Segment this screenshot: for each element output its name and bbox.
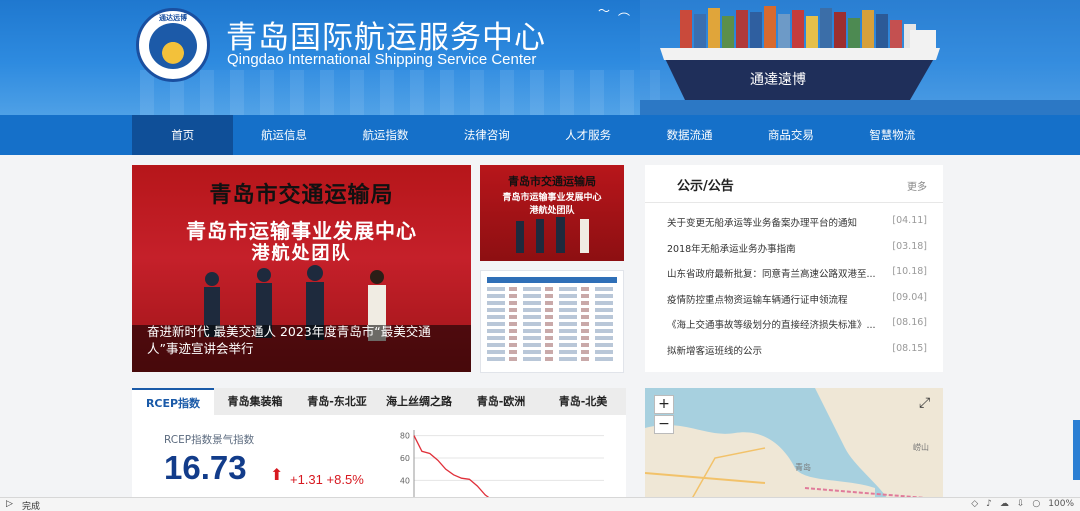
notice-item-title[interactable]: 疫情防控重点物资运输车辆通行证申领流程 [667,292,879,318]
thumbnail-table-row [487,287,617,291]
map-label: 青岛 [795,462,811,472]
notice-item-date: [09.04] [892,291,927,303]
nav-item-2[interactable]: 航运指数 [335,115,436,155]
site-title-english: Qingdao International Shipping Service C… [227,51,537,68]
browser-status-bar: ▷ 完成 ◇ ♪ ☁ ⇩ ○ 100% [0,497,1080,511]
globe-icon[interactable]: ○ [1032,499,1040,509]
notice-panel: 公示/公告 更多 关于变更无船承运等业务备案办理平台的通知 [04.11] 2018… [645,165,943,372]
nav-item-4[interactable]: 人才服务 [538,115,639,155]
seagull-icon: ⌒ [618,12,631,26]
notice-item-title[interactable]: 关于变更无船承运等业务备案办理平台的通知 [667,215,879,241]
nav-item-1[interactable]: 航运信息 [233,115,334,155]
index-tab-3[interactable]: 海上丝绸之路 [378,388,460,415]
notice-panel-header: 公示/公告 更多 [645,165,943,203]
seagull-icon: 〜 [598,4,611,18]
play-icon[interactable]: ▷ [6,499,13,509]
thumbnail-table-header [487,277,617,283]
carousel-caption[interactable]: 奋进新时代 最美交通人 2023年度青岛市“最美交通人”事迹宣讲会举行 [147,323,457,357]
nav-item-3[interactable]: 法律咨询 [436,115,537,155]
nav-item-6[interactable]: 商品交易 [740,115,841,155]
notice-item[interactable]: 2018年无船承运业务办事指南 [03.18] [667,241,927,267]
notice-item[interactable]: 《海上交通事故等级划分的直接经济损失标准》... [08.16] [667,317,927,343]
index-tab-2[interactable]: 青岛-东北亚 [296,388,378,415]
notice-item-date: [10.18] [892,266,927,277]
thumbnail-table-row [487,322,617,326]
logo-ring-text: 通达远博 [159,14,187,22]
main-navigation: 首页 航运信息 航运指数 法律咨询 人才服务 数据流通 商品交易 智慧物流 [0,115,1080,155]
notice-item-title[interactable]: 《海上交通事故等级划分的直接经济损失标准》... [667,317,879,343]
site-logo[interactable]: 通达远博 [136,8,210,82]
nav-item-0[interactable]: 首页 [132,115,234,155]
thumbnail-table-row [487,294,617,298]
speaker-icon[interactable]: ♪ [986,499,992,509]
notice-item-title[interactable]: 2018年无船承运业务办事指南 [667,241,879,267]
thumbnail-table-row [487,350,617,354]
map-label: 崂山 [913,442,929,452]
notice-list: 关于变更无船承运等业务备案办理平台的通知 [04.11] 2018年无船承运业务办事… [667,215,927,368]
notice-item-date: [03.18] [892,240,927,252]
carousel-thumbnail-2[interactable] [480,270,624,373]
nav-item-7[interactable]: 智慧物流 [842,115,943,155]
map-zoom-in-button[interactable]: + [654,395,674,414]
thumbnail-table-row [487,308,617,312]
cloud-icon[interactable]: ☁ [1000,499,1009,509]
index-change-absolute: +1.31 [290,472,323,487]
notice-item[interactable]: 疫情防控重点物资运输车辆通行证申领流程 [09.04] [667,292,927,318]
thumbnail-table-row [487,301,617,305]
fullscreen-icon[interactable]: ⤢ [919,395,935,411]
index-tab-5[interactable]: 青岛-北美 [542,388,624,415]
chart-y-tick-label: 80 [400,432,410,441]
container-ship-graphic: 通達遠博 [640,0,1080,115]
notice-item[interactable]: 拟新增客运班线的公示 [08.15] [667,343,927,369]
thumbnail-table-row [487,343,617,347]
index-tab-4[interactable]: 青岛-欧洲 [460,388,542,415]
index-tab-1[interactable]: 青岛集装箱 [214,388,296,415]
index-tab-0[interactable]: RCEP指数 [132,388,214,415]
notice-item-date: [08.16] [892,317,927,328]
index-change-percent: +8.5% [326,472,364,487]
notice-item-date: [08.15] [892,342,927,354]
thumbnail-table-row [487,336,617,340]
thumbnail-photo [516,217,589,253]
notice-item[interactable]: 关于变更无船承运等业务备案办理平台的通知 [04.11] [667,215,927,241]
download-icon[interactable]: ⇩ [1017,499,1025,509]
news-carousel[interactable]: 青岛市交通运输局 青岛市运输事业发展中心 港航处团队 奋进新时代 最美交通人 2… [132,165,471,372]
chart-y-tick-label: 60 [400,454,410,463]
index-tabs: RCEP指数 青岛集装箱 青岛-东北亚 海上丝绸之路 青岛-欧洲 青岛-北美 [132,388,626,415]
shipping-index-panel: RCEP指数 青岛集装箱 青岛-东北亚 海上丝绸之路 青岛-欧洲 青岛-北美 RCEP指数… [132,388,626,511]
notice-item-title[interactable]: 山东省政府最新批复：同意青兰高速公路双港至... [667,266,879,292]
map-tiles: 崂山 青岛 [645,388,943,511]
index-change: +1.31 +8.5% [290,472,364,487]
thumbnail-table-row [487,315,617,319]
location-map[interactable]: 崂山 青岛 + − ⤢ [645,388,943,511]
index-label: RCEP指数景气指数 [164,434,255,446]
shield-icon[interactable]: ◇ [971,499,978,509]
status-text: 完成 [22,502,41,511]
side-float-tab[interactable] [1073,420,1080,480]
notice-item-title[interactable]: 拟新增客运班线的公示 [667,343,879,369]
up-arrow-icon: ⬆ [270,465,284,484]
chart-y-tick-label: 40 [400,476,410,485]
thumbnail-line-2: 青岛市运输事业发展中心 [502,193,602,203]
thumbnail-line-1: 青岛市交通运输局 [508,175,596,188]
zoom-level[interactable]: 100% [1048,499,1074,509]
map-zoom-out-button[interactable]: − [654,415,674,434]
status-icons: ◇ ♪ ☁ ⇩ ○ 100% [971,499,1074,509]
site-header: 通达远博 青岛国际航运服务中心 Qingdao International Sh… [0,0,1080,115]
ship-hull-name: 通達遠博 [750,71,806,88]
notice-more-link[interactable]: 更多 [907,178,927,193]
index-value: 16.73 [164,449,247,486]
thumbnail-table-row [487,329,617,333]
notice-item-date: [04.11] [892,215,927,226]
banner-line-1: 青岛市交通运输局 [209,183,394,208]
thumbnail-table-row [487,357,617,361]
notice-item[interactable]: 山东省政府最新批复：同意青兰高速公路双港至... [10.18] [667,266,927,292]
carousel-thumbnail-1[interactable]: 青岛市交通运输局 青岛市运输事业发展中心 港航处团队 [480,165,624,261]
nav-item-5[interactable]: 数据流通 [639,115,740,155]
logo-emblem-icon [149,23,197,69]
notice-panel-title: 公示/公告 [677,179,734,194]
city-skyline-graphic [140,70,660,115]
